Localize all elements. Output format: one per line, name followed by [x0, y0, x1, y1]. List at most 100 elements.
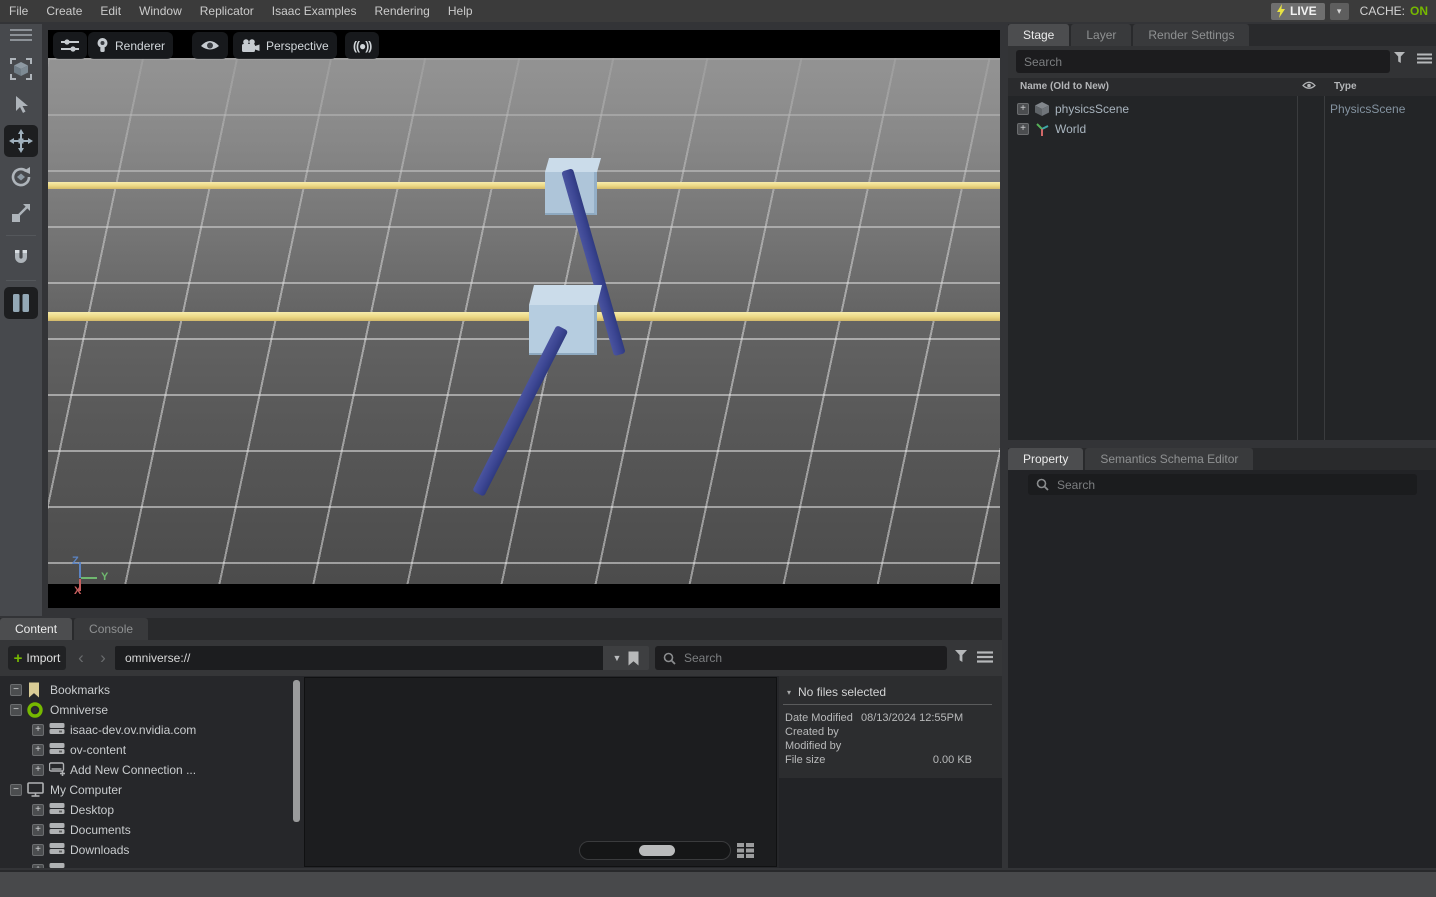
- viewport[interactable]: Renderer Perspective ((●)) Z Y X: [48, 30, 1000, 608]
- select-tool-button[interactable]: [4, 89, 38, 121]
- path-input[interactable]: [115, 651, 603, 665]
- property-tabbar: Property Semantics Schema Editor: [1008, 448, 1436, 470]
- stage-tree: + physicsScene PhysicsScene + World: [1008, 96, 1436, 440]
- collapse-icon[interactable]: −: [10, 704, 22, 716]
- selection-mode-button[interactable]: [4, 53, 38, 85]
- files-grid-area[interactable]: [304, 677, 777, 867]
- tab-content[interactable]: Content: [0, 618, 72, 640]
- viewport-settings-button[interactable]: [53, 32, 87, 59]
- stage-row-physicsscene[interactable]: + physicsScene PhysicsScene: [1008, 99, 1436, 119]
- filter-icon[interactable]: [955, 650, 969, 663]
- selection-header[interactable]: ▾ No files selected: [787, 685, 886, 699]
- tree-item-documents[interactable]: + Documents: [0, 820, 303, 840]
- options-menu-icon[interactable]: [1417, 53, 1432, 64]
- expand-icon[interactable]: +: [1017, 103, 1029, 115]
- visibility-menu-button[interactable]: [192, 32, 228, 59]
- plus-icon: +: [14, 651, 23, 666]
- broadcast-button[interactable]: ((●)): [345, 32, 379, 59]
- tree-item-isaac-dev[interactable]: + isaac-dev.ov.nvidia.com: [0, 720, 303, 740]
- prim-name[interactable]: physicsScene: [1055, 102, 1129, 116]
- thumbnail-size-slider[interactable]: [579, 841, 731, 860]
- tab-stage[interactable]: Stage: [1008, 24, 1069, 46]
- menu-isaac-examples[interactable]: Isaac Examples: [263, 0, 366, 22]
- property-search-input[interactable]: [1049, 474, 1417, 495]
- forward-button[interactable]: ›: [94, 646, 112, 670]
- scale-tool-button[interactable]: [4, 197, 38, 229]
- options-menu-icon[interactable]: [977, 651, 993, 663]
- stage-search-box: [1016, 50, 1390, 73]
- chevron-down-icon: ▾: [1337, 6, 1342, 17]
- drive-icon: [49, 802, 65, 815]
- visibility-column-eye-icon[interactable]: [1302, 81, 1316, 90]
- content-search-input[interactable]: [676, 646, 947, 670]
- expand-icon[interactable]: +: [32, 864, 44, 868]
- expand-icon[interactable]: +: [32, 744, 44, 756]
- menu-edit[interactable]: Edit: [91, 0, 130, 22]
- tab-layer[interactable]: Layer: [1071, 24, 1131, 46]
- stage-row-world[interactable]: + World: [1008, 119, 1436, 139]
- expand-icon[interactable]: +: [32, 804, 44, 816]
- expand-icon[interactable]: +: [32, 764, 44, 776]
- import-button[interactable]: + Import: [8, 646, 66, 670]
- tree-item-omniverse[interactable]: − Omniverse: [0, 700, 303, 720]
- tree-item-ov-content[interactable]: + ov-content: [0, 740, 303, 760]
- content-tree: − Bookmarks − Omniverse + isaac-dev.o: [0, 676, 303, 868]
- camera-label: Perspective: [266, 39, 329, 53]
- drive-icon: [49, 822, 65, 835]
- drive-icon: [49, 862, 65, 868]
- renderer-menu-button[interactable]: Renderer: [88, 32, 173, 59]
- expand-icon[interactable]: +: [32, 824, 44, 836]
- live-dropdown-button[interactable]: ▾: [1330, 3, 1349, 20]
- path-dropdown-icon[interactable]: ▼: [613, 653, 622, 663]
- toolbar-grip-icon[interactable]: [10, 29, 32, 41]
- prim-name[interactable]: World: [1055, 122, 1086, 136]
- expand-icon[interactable]: +: [32, 724, 44, 736]
- sliders-icon: [61, 39, 79, 53]
- camera-menu-button[interactable]: Perspective: [233, 32, 337, 59]
- move-tool-button[interactable]: [4, 125, 38, 157]
- back-button[interactable]: ‹: [72, 646, 90, 670]
- axis-y-label: Y: [101, 571, 108, 583]
- pause-button[interactable]: [4, 287, 38, 319]
- tab-console[interactable]: Console: [74, 618, 148, 640]
- tree-item-partial[interactable]: +: [0, 860, 303, 868]
- tab-semantics-schema-editor[interactable]: Semantics Schema Editor: [1085, 448, 1253, 470]
- bookmark-icon[interactable]: [628, 651, 639, 666]
- menu-help[interactable]: Help: [439, 0, 482, 22]
- menu-file[interactable]: File: [0, 0, 37, 22]
- stage-search-input[interactable]: [1016, 50, 1390, 73]
- tree-item-bookmarks[interactable]: − Bookmarks: [0, 680, 303, 700]
- grid-view-icon[interactable]: [735, 841, 755, 860]
- viewport-scene: [48, 58, 1000, 584]
- menu-window[interactable]: Window: [130, 0, 191, 22]
- search-icon: [1028, 478, 1049, 491]
- column-type[interactable]: Type: [1334, 78, 1357, 96]
- tab-render-settings[interactable]: Render Settings: [1133, 24, 1249, 46]
- tree-item-my-computer[interactable]: − My Computer: [0, 780, 303, 800]
- menu-create[interactable]: Create: [37, 0, 91, 22]
- tree-item-label: My Computer: [50, 783, 122, 797]
- collapse-icon[interactable]: −: [10, 684, 22, 696]
- expand-icon[interactable]: +: [32, 844, 44, 856]
- server-icon: [49, 742, 65, 755]
- tree-scrollbar[interactable]: [293, 680, 300, 822]
- tab-property[interactable]: Property: [1008, 448, 1083, 470]
- snap-tool-button[interactable]: [4, 242, 38, 274]
- tree-item-downloads[interactable]: + Downloads: [0, 840, 303, 860]
- menu-replicator[interactable]: Replicator: [191, 0, 263, 22]
- live-button[interactable]: LIVE: [1271, 3, 1325, 20]
- column-name[interactable]: Name (Old to New): [1020, 78, 1109, 96]
- menu-rendering[interactable]: Rendering: [365, 0, 438, 22]
- divider: [783, 704, 992, 705]
- rotate-tool-button[interactable]: [4, 161, 38, 193]
- tree-item-add-new-connection[interactable]: + Add New Connection ...: [0, 760, 303, 780]
- cache-label: CACHE:: [1360, 4, 1405, 18]
- slider-handle[interactable]: [639, 845, 675, 856]
- collapse-icon[interactable]: −: [10, 784, 22, 796]
- cursor-icon: [12, 95, 30, 115]
- toolbar-divider: [6, 280, 36, 281]
- expand-icon[interactable]: +: [1017, 123, 1029, 135]
- import-label: Import: [26, 651, 60, 665]
- filter-icon[interactable]: [1394, 52, 1407, 64]
- tree-item-desktop[interactable]: + Desktop: [0, 800, 303, 820]
